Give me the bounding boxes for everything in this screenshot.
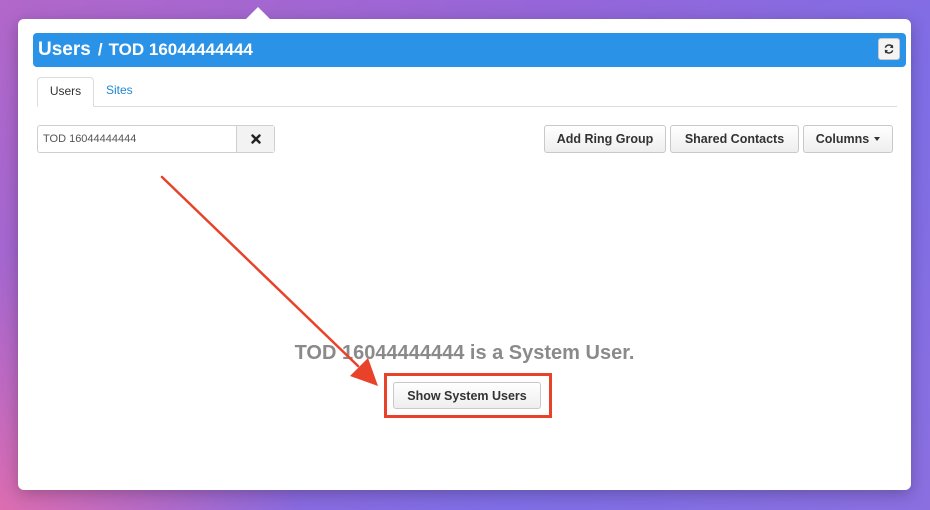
breadcrumb: Users / TOD 16044444444 <box>38 39 253 61</box>
title-bar: Users / TOD 16044444444 <box>33 33 906 67</box>
shared-contacts-button[interactable]: Shared Contacts <box>670 125 799 153</box>
highlight-annotation-box <box>384 373 552 418</box>
columns-label: Columns <box>815 132 870 146</box>
search-group <box>37 125 275 153</box>
tab-users[interactable]: Users <box>37 77 94 107</box>
chevron-down-icon <box>874 137 881 141</box>
page-subtitle: TOD 16044444444 <box>108 40 253 59</box>
add-ring-group-button[interactable]: Add Ring Group <box>544 125 666 153</box>
tab-sites[interactable]: Sites <box>106 77 133 106</box>
refresh-button[interactable] <box>878 38 900 60</box>
breadcrumb-separator: / <box>97 40 103 59</box>
columns-dropdown-button[interactable]: Columns <box>803 125 893 153</box>
close-icon <box>250 134 261 144</box>
tab-bar: Users Sites <box>37 77 897 107</box>
page-title: Users <box>38 39 91 60</box>
panel-pointer <box>244 7 272 21</box>
search-input[interactable] <box>38 126 238 152</box>
users-panel: Users/TOD 16044444444 Users Sites Add Ri… <box>18 7 911 490</box>
clear-search-button[interactable] <box>236 126 274 152</box>
refresh-icon <box>884 44 894 54</box>
system-user-message: TOD 16044444444 is a System User. <box>294 342 635 364</box>
